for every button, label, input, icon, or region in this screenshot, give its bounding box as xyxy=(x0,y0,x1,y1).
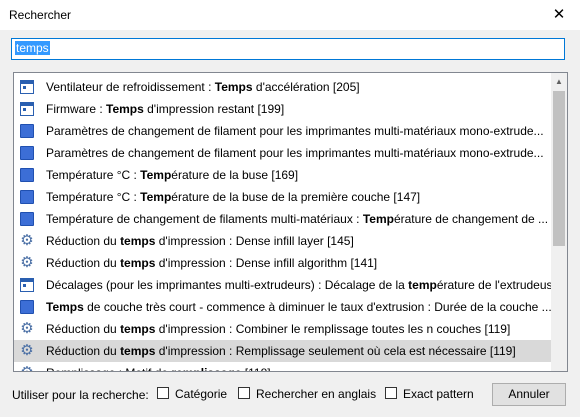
result-text: Paramètres de changement de filament pou… xyxy=(46,124,544,138)
flag-icon xyxy=(20,300,34,314)
window-icon xyxy=(20,80,34,94)
window-icon xyxy=(20,102,34,116)
results-list[interactable]: Ventilateur de refroidissement : Temps d… xyxy=(13,72,568,372)
result-row[interactable]: ⚙ Réduction du temps d'impression : Combi… xyxy=(14,318,551,340)
close-icon[interactable]: ✕ xyxy=(548,4,570,26)
result-text: Firmware : Temps d'impression restant [1… xyxy=(46,102,285,116)
gear-icon: ⚙ xyxy=(20,320,34,337)
result-row[interactable]: Temps de couche très court - commence à … xyxy=(14,296,551,318)
flag-icon xyxy=(20,212,34,226)
flag-icon xyxy=(20,190,34,204)
result-text: Ventilateur de refroidissement : Temps d… xyxy=(46,80,360,94)
result-row[interactable]: Firmware : Temps d'impression restant [1… xyxy=(14,98,551,120)
result-row[interactable]: Température de changement de filaments m… xyxy=(14,208,551,230)
result-text: Température °C : Température de la buse … xyxy=(46,168,299,182)
checkbox-label: Catégorie xyxy=(175,387,228,401)
checkbox-box[interactable] xyxy=(385,387,397,399)
result-text: Réduction du temps d'impression : Dense … xyxy=(46,234,354,248)
result-text: Réduction du temps d'impression : Rempli… xyxy=(46,344,516,358)
result-text: Décalages (pour les imprimantes multi-ex… xyxy=(46,278,551,292)
scroll-up-icon[interactable]: ▲ xyxy=(555,77,563,86)
cancel-button[interactable]: Annuler xyxy=(492,383,566,406)
search-input-value: temps xyxy=(15,41,50,55)
gear-icon: ⚙ xyxy=(20,365,34,371)
result-text: Remplissage : Motif de remplissage [118] xyxy=(46,366,271,371)
result-row[interactable]: ⚙ Remplissage : Motif de remplissage [118… xyxy=(14,362,551,371)
result-text: Température de changement de filaments m… xyxy=(46,212,549,226)
result-row[interactable]: ⚙ Réduction du temps d'impression : Dense… xyxy=(14,230,551,252)
result-row[interactable]: Température °C : Température de la buse … xyxy=(14,186,551,208)
result-text: Réduction du temps d'impression : Combin… xyxy=(46,322,511,336)
result-row[interactable]: Température °C : Température de la buse … xyxy=(14,164,551,186)
result-row[interactable]: ⚙ Réduction du temps d'impression : Dense… xyxy=(14,252,551,274)
checkbox-label: Exact pattern xyxy=(403,387,474,401)
flag-icon xyxy=(20,124,34,138)
result-text: Temps de couche très court - commence à … xyxy=(46,300,551,314)
vertical-scrollbar[interactable]: ▲ xyxy=(551,73,567,371)
scrollbar-thumb[interactable] xyxy=(553,91,565,246)
result-text: Réduction du temps d'impression : Dense … xyxy=(46,256,378,270)
result-row[interactable]: Décalages (pour les imprimantes multi-ex… xyxy=(14,274,551,296)
result-row[interactable]: ⚙ Réduction du temps d'impression : Rempl… xyxy=(14,340,551,362)
search-options-label: Utiliser pour la recherche: xyxy=(12,388,149,402)
gear-icon: ⚙ xyxy=(20,232,34,249)
result-row[interactable]: Paramètres de changement de filament pou… xyxy=(14,120,551,142)
gear-icon: ⚙ xyxy=(20,342,34,359)
footer-bar: Utiliser pour la recherche: Catégorie Re… xyxy=(0,378,580,417)
checkbox-label: Rechercher en anglais xyxy=(256,387,377,401)
search-input[interactable]: temps xyxy=(11,38,565,60)
title-bar: Rechercher ✕ xyxy=(0,0,580,30)
flag-icon xyxy=(20,146,34,160)
checkbox-box[interactable] xyxy=(157,387,169,399)
flag-icon xyxy=(20,168,34,182)
result-row[interactable]: Ventilateur de refroidissement : Temps d… xyxy=(14,76,551,98)
window-title: Rechercher xyxy=(9,8,72,22)
result-text: Paramètres de changement de filament pou… xyxy=(46,146,544,160)
checkbox-box[interactable] xyxy=(238,387,250,399)
result-row[interactable]: Paramètres de changement de filament pou… xyxy=(14,142,551,164)
window-icon xyxy=(20,278,34,292)
result-text: Température °C : Température de la buse … xyxy=(46,190,421,204)
gear-icon: ⚙ xyxy=(20,254,34,271)
